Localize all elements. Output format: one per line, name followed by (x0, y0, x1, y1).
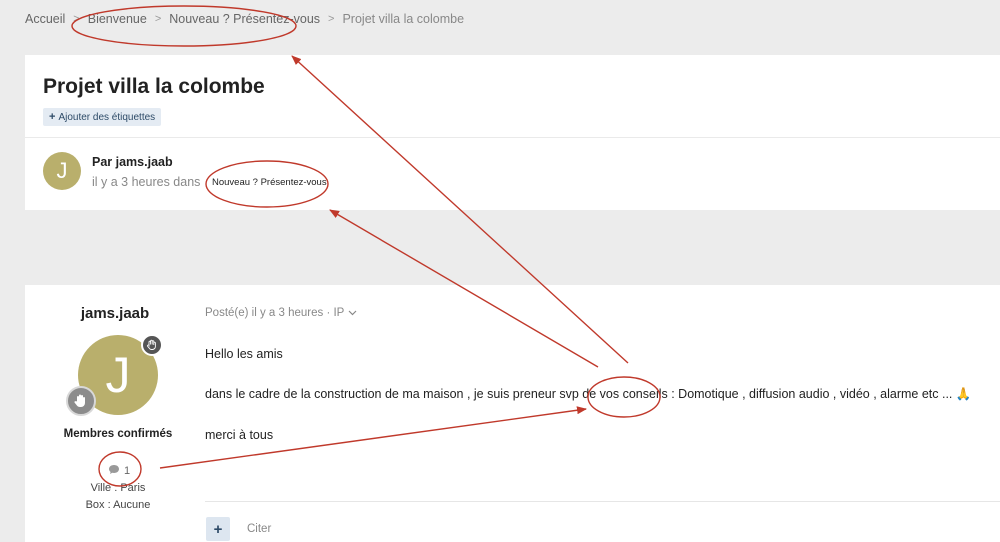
hand-icon (141, 334, 163, 356)
comment-icon (108, 464, 120, 478)
post-date: Posté(e) il y a 3 heures · IP (205, 307, 345, 319)
poster-name[interactable]: jams.jaab (25, 305, 205, 322)
divider (25, 137, 1000, 138)
plus-icon: + (49, 111, 56, 123)
breadcrumb-home[interactable]: Accueil (25, 12, 65, 26)
forum-link[interactable]: Nouveau ? Présentez-vous (212, 177, 327, 188)
breadcrumb-current: Projet villa la colombe (342, 12, 465, 26)
breadcrumb-separator: > (154, 13, 162, 25)
rank-badge-icon (66, 386, 96, 416)
member-group: Membres confirmés (63, 428, 173, 440)
post-card: jams.jaab J Membres confirmés 1 Ville : … (25, 285, 1000, 542)
breadcrumb-forum[interactable]: Nouveau ? Présentez-vous (169, 12, 320, 26)
multiquote-button[interactable]: + (206, 517, 230, 541)
breadcrumb-separator: > (328, 13, 335, 25)
breadcrumb-separator: > (73, 13, 80, 25)
member-city: Ville : Paris (90, 482, 146, 494)
post-meta[interactable]: Posté(e) il y a 3 heures · IP (205, 307, 357, 319)
post-count: 1 (108, 464, 130, 478)
member-box: Box : Aucune (85, 499, 151, 511)
post-text-line: Hello les amis (205, 347, 283, 361)
author-avatar[interactable]: J (43, 152, 81, 190)
breadcrumb-bienvenue[interactable]: Bienvenue (88, 12, 147, 26)
add-tags-button[interactable]: + Ajouter des étiquettes (43, 108, 162, 126)
author-name[interactable]: Par jams.jaab (92, 155, 173, 169)
divider (205, 501, 1000, 502)
add-tags-label: Ajouter des étiquettes (58, 111, 156, 123)
quote-button[interactable]: Citer (247, 523, 271, 535)
author-time: il y a 3 heures dans (92, 175, 201, 189)
topic-header-card: Projet villa la colombe + Ajouter des ét… (25, 55, 1000, 210)
post-count-value: 1 (124, 465, 131, 477)
breadcrumb: Accueil > Bienvenue > Nouveau ? Présente… (25, 12, 464, 26)
post-text-line: dans le cadre de la construction de ma m… (205, 387, 972, 401)
chevron-down-icon (348, 307, 357, 319)
page-title: Projet villa la colombe (43, 75, 265, 98)
post-text-line: merci à tous (205, 428, 274, 442)
